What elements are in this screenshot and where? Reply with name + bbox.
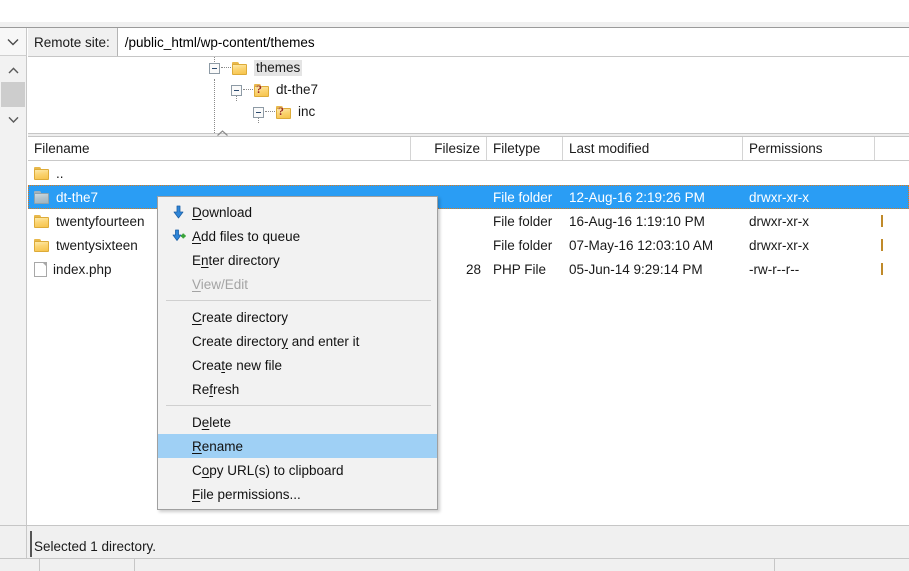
tree-item-label: inc: [298, 105, 315, 119]
menu-item-create-new-file[interactable]: Create new file: [158, 353, 437, 377]
status-segment-3: [135, 559, 775, 571]
folder-icon: [34, 191, 50, 204]
column-header-filename[interactable]: Filename: [28, 137, 411, 160]
file-owner-cell: [875, 239, 909, 251]
tree-connector-dots: [243, 89, 253, 91]
tree-item-label: dt-the7: [276, 83, 318, 97]
tree-connector-dots: [221, 67, 231, 69]
status-segment-4: [775, 559, 909, 571]
tree-item-dt-the7[interactable]: ? dt-the7: [28, 79, 909, 101]
file-name-cell: ..: [28, 166, 411, 181]
file-name-label: dt-the7: [56, 190, 98, 205]
column-header-filetype[interactable]: Filetype: [487, 137, 563, 160]
folder-icon: [34, 239, 50, 252]
add-to-queue-icon: [166, 229, 190, 244]
menu-item-add-files-to-queue[interactable]: Add files to queue: [158, 224, 437, 248]
file-type-cell: File folder: [487, 238, 563, 253]
file-icon: [34, 262, 47, 277]
tree-scrollbar-thumb[interactable]: [1, 82, 25, 107]
status-bar-text: Selected 1 directory.: [34, 539, 156, 554]
file-type-cell: File folder: [487, 190, 563, 205]
file-list-column-headers: Filename Filesize Filetype Last modified…: [28, 137, 909, 161]
file-name-label: twentyfourteen: [56, 214, 145, 229]
status-bar-divider: [30, 531, 32, 557]
menu-item-enter-directory[interactable]: Enter directory: [158, 248, 437, 272]
tree-item-label: themes: [254, 60, 302, 76]
file-permissions-cell: drwxr-xr-x: [743, 238, 875, 253]
menu-item-label: Download: [192, 205, 252, 220]
menu-item-download[interactable]: Download: [158, 200, 437, 224]
chevron-down-icon[interactable]: [0, 28, 27, 56]
file-name-label: ..: [56, 166, 64, 181]
menu-item-refresh[interactable]: Refresh: [158, 377, 437, 401]
tree-expander-icon[interactable]: [231, 85, 242, 96]
table-row[interactable]: ..: [28, 161, 909, 185]
menu-separator: [166, 300, 431, 301]
file-type-cell: File folder: [487, 214, 563, 229]
folder-icon: [34, 215, 50, 228]
menu-item-label: Rename: [192, 439, 243, 454]
menu-item-label: Refresh: [192, 382, 239, 397]
file-modified-cell: 07-May-16 12:03:10 AM: [563, 238, 743, 253]
menu-item-label: Create directory: [192, 310, 288, 325]
status-segment-1: [0, 559, 40, 571]
menu-item-copy-urls-to-clipboard[interactable]: Copy URL(s) to clipboard: [158, 458, 437, 482]
remote-site-bar: Remote site: /public_html/wp-content/the…: [28, 28, 909, 57]
status-bar-left-cell: [0, 526, 27, 558]
file-modified-cell: 12-Aug-16 2:19:26 PM: [563, 190, 743, 205]
tree-item-themes[interactable]: themes: [28, 57, 909, 79]
file-type-cell: PHP File: [487, 262, 563, 277]
file-name-label: index.php: [53, 262, 112, 277]
menu-item-file-permissions[interactable]: File permissions...: [158, 482, 437, 506]
menu-item-label: Create directory and enter it: [192, 334, 359, 349]
folder-unknown-icon: ?: [276, 106, 292, 119]
menu-item-create-directory-and-enter[interactable]: Create directory and enter it: [158, 329, 437, 353]
folder-icon: [232, 62, 248, 75]
file-modified-cell: 16-Aug-16 1:19:10 PM: [563, 214, 743, 229]
file-owner-cell: [875, 215, 909, 227]
tree-connector-dots: [265, 111, 275, 113]
file-owner-cell: [875, 263, 909, 275]
file-permissions-cell: -rw-r--r--: [743, 262, 875, 277]
download-arrow-icon: [166, 205, 190, 220]
menu-item-label: Create new file: [192, 358, 282, 373]
remote-path-input[interactable]: /public_html/wp-content/themes: [118, 28, 909, 56]
menu-item-label: Delete: [192, 415, 231, 430]
folder-icon: [34, 167, 50, 180]
window-top-blank-area: [0, 0, 909, 22]
column-header-filesize[interactable]: Filesize: [411, 137, 487, 160]
menu-item-label: View/Edit: [192, 277, 248, 292]
menu-item-create-directory[interactable]: Create directory: [158, 305, 437, 329]
file-permissions-cell: drwxr-xr-x: [743, 190, 875, 205]
folder-unknown-icon: ?: [254, 84, 270, 97]
column-header-owner-group[interactable]: [875, 137, 909, 160]
tree-scrollbar-down-button[interactable]: [1, 107, 25, 131]
file-permissions-cell: drwxr-xr-x: [743, 214, 875, 229]
menu-item-label: File permissions...: [192, 487, 301, 502]
tree-scrollbar-track[interactable]: [1, 132, 25, 135]
menu-item-delete[interactable]: Delete: [158, 410, 437, 434]
status-segment-2: [40, 559, 135, 571]
menu-item-label: Copy URL(s) to clipboard: [192, 463, 344, 478]
directory-tree[interactable]: themes ? dt-the7 ? inc: [28, 57, 909, 133]
tree-scrollbar-up-button[interactable]: [1, 58, 25, 82]
file-modified-cell: 05-Jun-14 9:29:14 PM: [563, 262, 743, 277]
column-header-last-modified[interactable]: Last modified: [563, 137, 743, 160]
file-name-label: twentysixteen: [56, 238, 138, 253]
tree-item-inc[interactable]: ? inc: [28, 101, 909, 123]
menu-item-label: Add files to queue: [192, 229, 300, 244]
status-bar-segments: [0, 558, 909, 571]
file-context-menu[interactable]: Download Add files to queue Enter direct…: [157, 196, 438, 510]
menu-item-label: Enter directory: [192, 253, 280, 268]
tree-expander-icon[interactable]: [209, 63, 220, 74]
menu-item-rename[interactable]: Rename: [158, 434, 437, 458]
menu-item-view-edit: View/Edit: [158, 272, 437, 296]
column-header-permissions[interactable]: Permissions: [743, 137, 875, 160]
remote-site-label: Remote site:: [28, 28, 118, 56]
menu-separator: [166, 405, 431, 406]
tree-expander-icon[interactable]: [253, 107, 264, 118]
